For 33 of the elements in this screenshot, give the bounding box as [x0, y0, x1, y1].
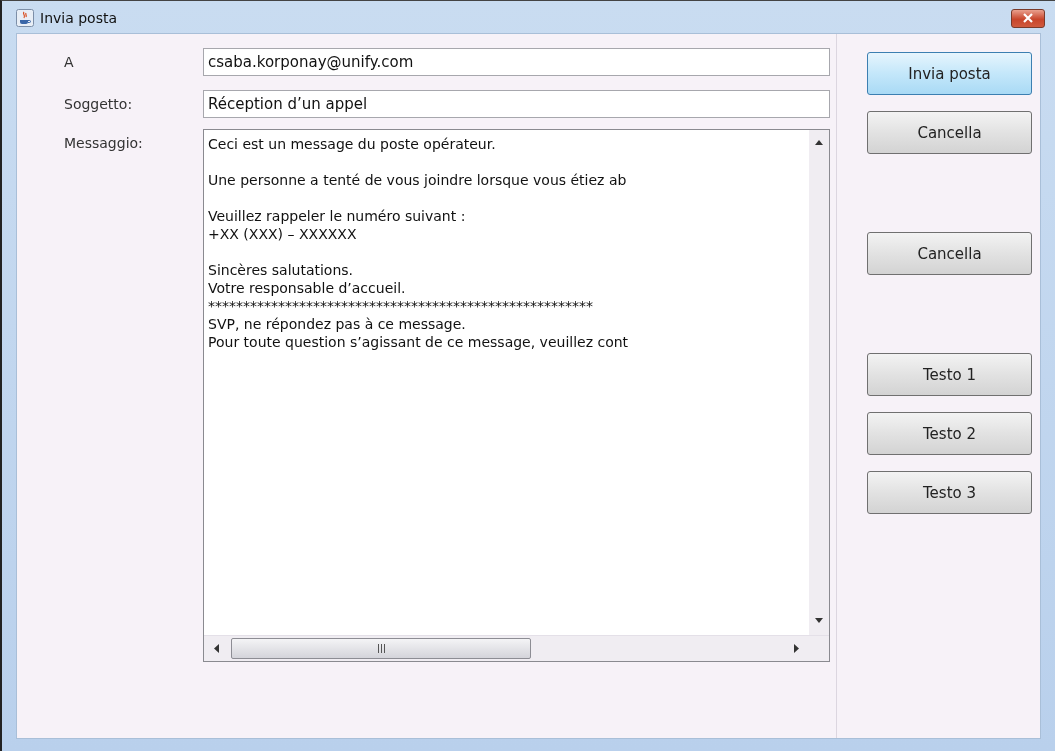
dialog-button[interactable]: Cancella	[867, 111, 1032, 154]
vertical-scrollbar[interactable]	[809, 130, 829, 635]
message-line: Veuillez rappeler le numéro suivant :	[208, 207, 467, 225]
scrollbar-thumb[interactable]	[231, 638, 531, 659]
coffee-cup-icon	[16, 9, 34, 27]
window-title: Invia posta	[40, 10, 118, 26]
text-field[interactable]: Réception d’un appel	[203, 90, 830, 118]
close-button[interactable]	[1011, 8, 1045, 28]
field-label: Messaggio:	[64, 134, 144, 151]
dialog-button[interactable]: Testo 2	[867, 412, 1032, 455]
dialog-button[interactable]: Testo 3	[867, 471, 1032, 514]
text-field[interactable]: csaba.korponay@unify.com	[203, 48, 830, 76]
message-line: *******************************************************	[208, 297, 594, 315]
message-line: +XX (XXX) – XXXXXX	[208, 225, 358, 243]
dialog-button[interactable]: Testo 1	[867, 353, 1032, 396]
close-icon	[1022, 13, 1034, 23]
grip-icon	[377, 644, 385, 653]
message-line: Une personne a tenté de vous joindre lorsque vous étiez ab	[208, 171, 628, 189]
field-label: Soggetto:	[64, 96, 134, 112]
dialog-button[interactable]: Invia posta	[867, 52, 1032, 95]
field-label: A	[64, 54, 75, 70]
message-area[interactable]	[203, 129, 830, 662]
message-line: Sincères salutations.	[208, 261, 355, 279]
left-arrow-icon	[214, 644, 219, 653]
down-arrow-icon	[815, 618, 823, 623]
message-line: Pour toute question s’agissant de ce message, veuillez cont	[208, 333, 630, 351]
right-arrow-icon	[794, 644, 799, 653]
dialog-button[interactable]: Cancella	[867, 232, 1032, 275]
up-arrow-icon	[815, 140, 823, 145]
message-line: SVP, ne répondez pas à ce message.	[208, 315, 467, 333]
message-line: Votre responsable d’accueil.	[208, 279, 407, 297]
horizontal-scrollbar[interactable]	[204, 635, 829, 661]
message-line: Ceci est un message du poste opérateur.	[208, 135, 497, 153]
